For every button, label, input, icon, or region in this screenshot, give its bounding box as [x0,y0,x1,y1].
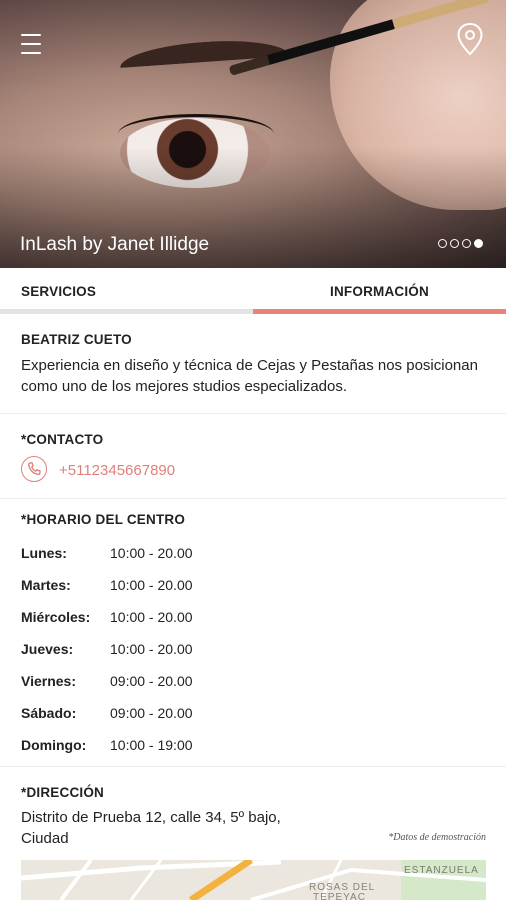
about-description: Experiencia en diseño y técnica de Cejas… [21,357,478,395]
about-section: BEATRIZ CUETO Experiencia en diseño y té… [0,314,506,414]
phone-icon[interactable] [21,456,47,482]
hours-title: *HORARIO DEL CENTRO [21,512,186,527]
hours-row: Domingo: 10:00 - 19:00 [21,737,421,757]
map-pin-icon[interactable] [456,22,484,56]
hero-banner: InLash by Janet Illidge [0,0,506,268]
carousel-dot[interactable] [450,239,459,248]
map-graphic: ROSAS DEL TEPEYAC ESTANZUELA [21,860,486,900]
hours-time: 09:00 - 20.00 [110,673,193,689]
tab-bar: SERVICIOS INFORMACIÓN [0,268,506,314]
hours-day: Domingo: [21,737,87,753]
hours-time: 10:00 - 20.00 [110,641,193,657]
phone-number-link[interactable]: +5112345667890 [59,462,175,479]
hamburger-menu-icon[interactable] [21,34,41,56]
hours-time: 10:00 - 19:00 [110,737,193,753]
hours-row: Miércoles: 10:00 - 20.00 [21,609,421,629]
tab-servicios[interactable]: SERVICIOS [0,268,253,314]
address-title: *DIRECCIÓN [21,785,105,800]
tab-informacion[interactable]: INFORMACIÓN [253,268,506,314]
hours-time: 09:00 - 20.00 [110,705,193,721]
hours-time: 10:00 - 20.00 [110,545,193,561]
hero-overlay [0,0,506,268]
hours-day: Sábado: [21,705,77,721]
business-name: InLash by Janet Illidge [20,234,210,255]
hours-day: Martes: [21,577,71,593]
carousel-dots[interactable] [438,239,483,248]
owner-name: BEATRIZ CUETO [21,332,132,347]
map-label: ESTANZUELA [404,865,479,876]
carousel-dot-active[interactable] [474,239,483,248]
hours-row: Viernes: 09:00 - 20.00 [21,673,421,693]
hours-row: Lunes: 10:00 - 20.00 [21,545,421,565]
tab-label: SERVICIOS [21,284,97,299]
hours-row: Sábado: 09:00 - 20.00 [21,705,421,725]
tab-label: INFORMACIÓN [330,284,429,299]
hours-day: Viernes: [21,673,76,689]
contact-section: *CONTACTO [0,414,506,499]
hours-row: Jueves: 10:00 - 20.00 [21,641,421,661]
carousel-dot[interactable] [462,239,471,248]
hours-day: Jueves: [21,641,74,657]
hours-row: Martes: 10:00 - 20.00 [21,577,421,597]
carousel-dot[interactable] [438,239,447,248]
hours-day: Miércoles: [21,609,91,625]
hours-time: 10:00 - 20.00 [110,577,193,593]
contact-title: *CONTACTO [21,432,104,447]
hours-section: *HORARIO DEL CENTRO [0,499,506,767]
hours-day: Lunes: [21,545,67,561]
hours-time: 10:00 - 20.00 [110,609,193,625]
address-line1: Distrito de Prueba 12, calle 34, 5º bajo… [21,809,281,826]
demo-data-note: *Datos de demostración [388,832,486,843]
location-map[interactable]: ROSAS DEL TEPEYAC ESTANZUELA [21,860,486,900]
map-label: TEPEYAC [313,892,366,900]
